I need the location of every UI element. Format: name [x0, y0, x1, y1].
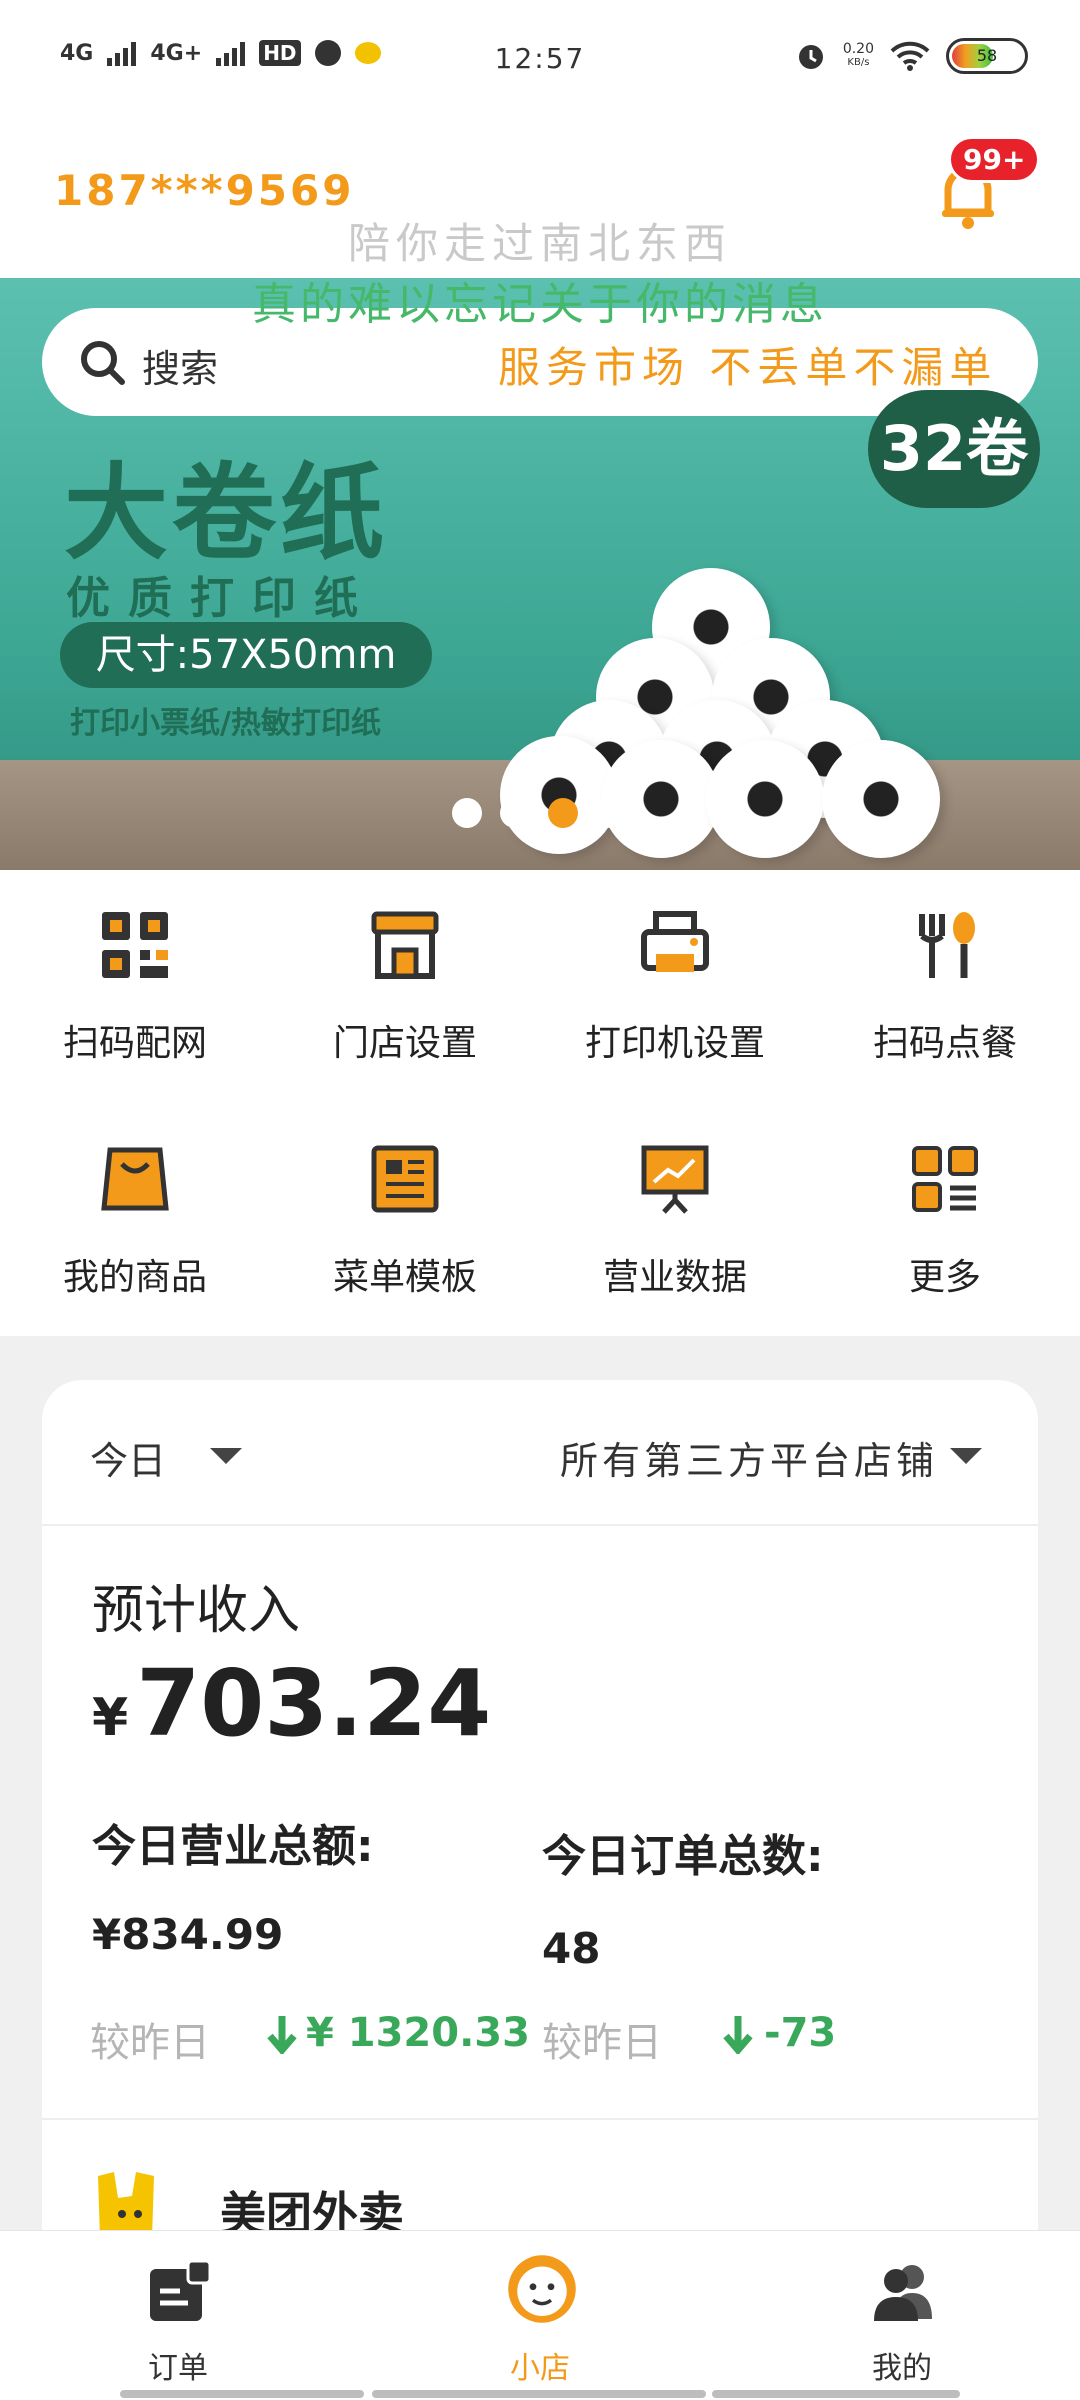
wifi-icon	[890, 41, 930, 71]
orders-change: -73	[764, 2010, 837, 2056]
paper-roll	[706, 740, 824, 858]
grid-label: 更多	[908, 1257, 981, 1298]
bag-icon	[101, 1147, 169, 1211]
grid-label: 扫码点餐	[872, 1023, 1017, 1064]
period-dropdown-icon[interactable]	[210, 1448, 242, 1464]
revenue-value: ¥834.99	[92, 1910, 284, 1959]
search-icon	[81, 341, 125, 385]
roll-count-tag: 32卷	[868, 390, 1040, 508]
net-speed: 0.20 KB/s	[842, 41, 874, 68]
period-filter[interactable]: 今日	[90, 1430, 166, 1485]
search-bar[interactable]: 搜索 服务市场 不丢单不漏单	[42, 308, 1038, 416]
shop-mascot-icon	[508, 2255, 576, 2323]
tab-label: 我的	[872, 2351, 932, 2386]
shop-filter[interactable]: 所有第三方平台店铺	[560, 1430, 938, 1485]
users-icon	[874, 2265, 932, 2321]
grid-item-scan-config[interactable]: 扫码配网	[0, 870, 270, 1070]
grid-item-store-settings[interactable]: 门店设置	[270, 870, 540, 1070]
fork-spoon-icon	[919, 912, 975, 978]
grid-label: 菜单模板	[332, 1257, 477, 1298]
card-divider	[42, 2118, 1038, 2120]
expected-income-label: 预计收入	[92, 1581, 301, 1641]
tab-mine[interactable]: 我的	[772, 2231, 1032, 2400]
status-bar: 4G 4G+ HD 12:57 0.20 KB/s 58	[0, 0, 1080, 120]
grid-label: 扫码配网	[62, 1023, 207, 1064]
grid-item-printer-settings[interactable]: 打印机设置	[540, 870, 810, 1070]
app-header: 187***9569 99+	[0, 120, 1080, 280]
banner-subtitle: 打印小票纸/热敏打印纸	[70, 706, 381, 741]
search-placeholder: 搜索	[142, 347, 219, 391]
grid-item-scan-order[interactable]: 扫码点餐	[810, 870, 1080, 1070]
orders-value: 48	[542, 1924, 601, 1973]
carousel-dot[interactable]	[452, 798, 482, 828]
card-divider	[42, 1524, 1038, 1526]
compare-label-revenue: 较昨日	[90, 2020, 210, 2066]
carousel-dot-active[interactable]	[548, 798, 578, 828]
chart-board-icon	[641, 1145, 709, 1214]
grid-label: 营业数据	[602, 1257, 747, 1298]
menu-template-icon	[371, 1145, 439, 1213]
grid-label: 打印机设置	[584, 1023, 765, 1064]
expected-income-value: ¥703.24	[92, 1650, 492, 1757]
feature-grid: 扫码配网 门店设置 打印机设置 扫码点餐 我的商品 菜单模板 营业数据 更多	[0, 870, 1080, 1336]
carousel-dot[interactable]	[596, 798, 626, 828]
battery-icon: 58	[946, 38, 1028, 74]
paper-roll	[822, 740, 940, 858]
alarm-icon	[798, 45, 823, 69]
tab-label: 小店	[510, 2351, 570, 2386]
status-right: 0.20 KB/s 58	[795, 38, 1028, 74]
tab-shop[interactable]: 小店	[410, 2231, 670, 2400]
grid-item-more[interactable]: 更多	[810, 1104, 1080, 1304]
grid-item-my-products[interactable]: 我的商品	[0, 1104, 270, 1304]
orders-label: 今日订单总数:	[542, 1831, 824, 1882]
grid-label: 我的商品	[62, 1257, 207, 1298]
more-grid-icon	[912, 1146, 978, 1212]
revenue-label: 今日营业总额:	[92, 1821, 374, 1872]
orders-icon	[150, 2259, 212, 2321]
shop-dropdown-icon[interactable]	[950, 1448, 982, 1464]
promo-banner[interactable]: 搜索 服务市场 不丢单不漏单 大卷纸 优质打印纸 尺寸:57X50mm 打印小票…	[0, 278, 1080, 870]
store-icon	[371, 911, 439, 979]
carousel-dots[interactable]	[452, 798, 626, 828]
carousel-dot[interactable]	[500, 798, 530, 828]
nav-gesture-bar[interactable]	[712, 2390, 960, 2398]
grid-item-business-data[interactable]: 营业数据	[540, 1104, 810, 1304]
printer-icon	[641, 911, 709, 972]
qr-config-icon	[102, 912, 168, 978]
compare-label-orders: 较昨日	[542, 2020, 662, 2066]
banner-quality: 优质打印纸	[66, 573, 376, 624]
arrow-down-icon	[267, 2016, 297, 2054]
grid-item-menu-template[interactable]: 菜单模板	[270, 1104, 540, 1304]
service-market-link[interactable]: 服务市场 不丢单不漏单	[498, 334, 997, 395]
tab-label: 订单	[148, 2351, 208, 2386]
bottom-tab-bar: 订单 小店 我的	[0, 2230, 1080, 2400]
account-phone[interactable]: 187***9569	[54, 166, 354, 215]
banner-size: 尺寸:57X50mm	[60, 622, 432, 688]
paper-roll	[500, 736, 618, 854]
notification-badge: 99+	[948, 136, 1041, 183]
tab-orders[interactable]: 订单	[48, 2231, 308, 2400]
banner-headline: 大卷纸	[64, 451, 389, 574]
nav-gesture-bar[interactable]	[120, 2390, 364, 2398]
arrow-down-icon	[723, 2016, 753, 2054]
revenue-change: ¥ 1320.33	[306, 2010, 530, 2056]
nav-gesture-bar[interactable]	[372, 2390, 706, 2398]
grid-label: 门店设置	[332, 1023, 477, 1064]
